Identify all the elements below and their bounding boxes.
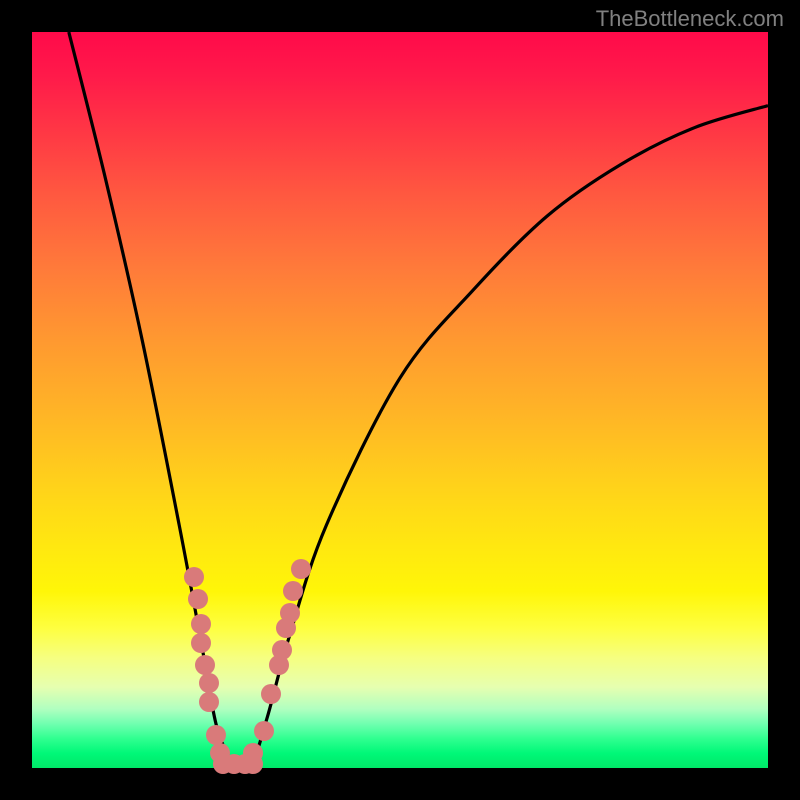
data-point-marker [184, 567, 204, 587]
data-point-marker [191, 614, 211, 634]
data-point-marker [195, 655, 215, 675]
data-point-marker [243, 743, 263, 763]
data-point-marker [188, 589, 208, 609]
data-point-marker [283, 581, 303, 601]
data-point-marker [261, 684, 281, 704]
data-point-marker [191, 633, 211, 653]
data-point-marker [280, 603, 300, 623]
data-point-marker [291, 559, 311, 579]
bottleneck-curve [69, 32, 768, 768]
data-point-marker [199, 692, 219, 712]
data-point-marker [272, 640, 292, 660]
data-point-marker [254, 721, 274, 741]
data-point-marker [199, 673, 219, 693]
data-point-marker [206, 725, 226, 745]
chart-container: TheBottleneck.com [0, 0, 800, 800]
plot-area [32, 32, 768, 768]
watermark-text: TheBottleneck.com [596, 6, 784, 32]
curve-layer [32, 32, 768, 768]
